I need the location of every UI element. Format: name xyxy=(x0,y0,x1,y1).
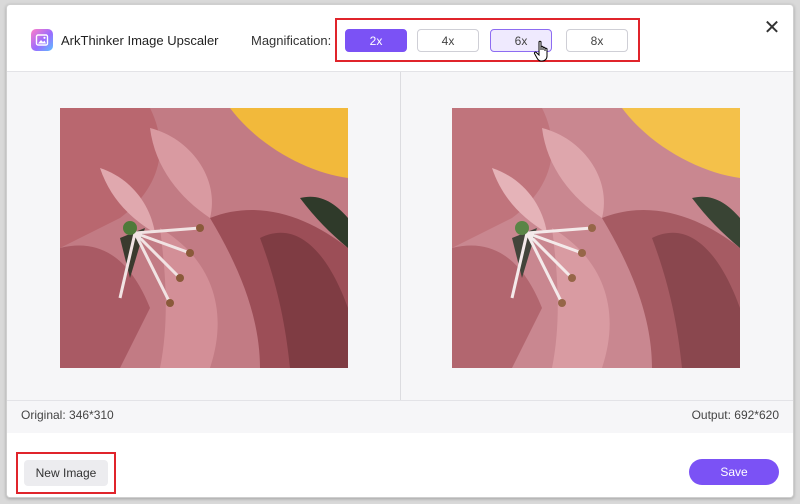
output-size-label: Output: 692*620 xyxy=(691,408,779,422)
original-image xyxy=(60,108,348,368)
hand-cursor-icon xyxy=(533,40,548,62)
new-image-button[interactable]: New Image xyxy=(24,460,108,486)
upscaler-window: ArkThinker Image Upscaler Magnification:… xyxy=(6,4,794,498)
app-title: ArkThinker Image Upscaler xyxy=(61,33,219,48)
save-button[interactable]: Save xyxy=(689,459,779,485)
magnification-8x-button[interactable]: 8x xyxy=(566,29,628,52)
size-info-bar: Original: 346*310 Output: 692*620 xyxy=(7,401,793,433)
magnification-2x-button[interactable]: 2x xyxy=(345,29,407,52)
preview-divider xyxy=(400,72,401,400)
header: ArkThinker Image Upscaler Magnification:… xyxy=(7,5,793,71)
magnification-label: Magnification: xyxy=(251,33,332,48)
new-image-highlight: New Image xyxy=(16,452,116,494)
image-upscaler-logo-icon xyxy=(31,29,53,51)
output-image xyxy=(452,108,740,368)
original-size-label: Original: 346*310 xyxy=(21,408,114,422)
preview-area xyxy=(7,71,793,401)
close-icon[interactable]: ✕ xyxy=(763,18,781,38)
magnification-4x-button[interactable]: 4x xyxy=(417,29,479,52)
footer: New Image Save xyxy=(7,433,793,497)
magnification-options-highlight: 2x 4x 6x 8x xyxy=(335,18,640,62)
